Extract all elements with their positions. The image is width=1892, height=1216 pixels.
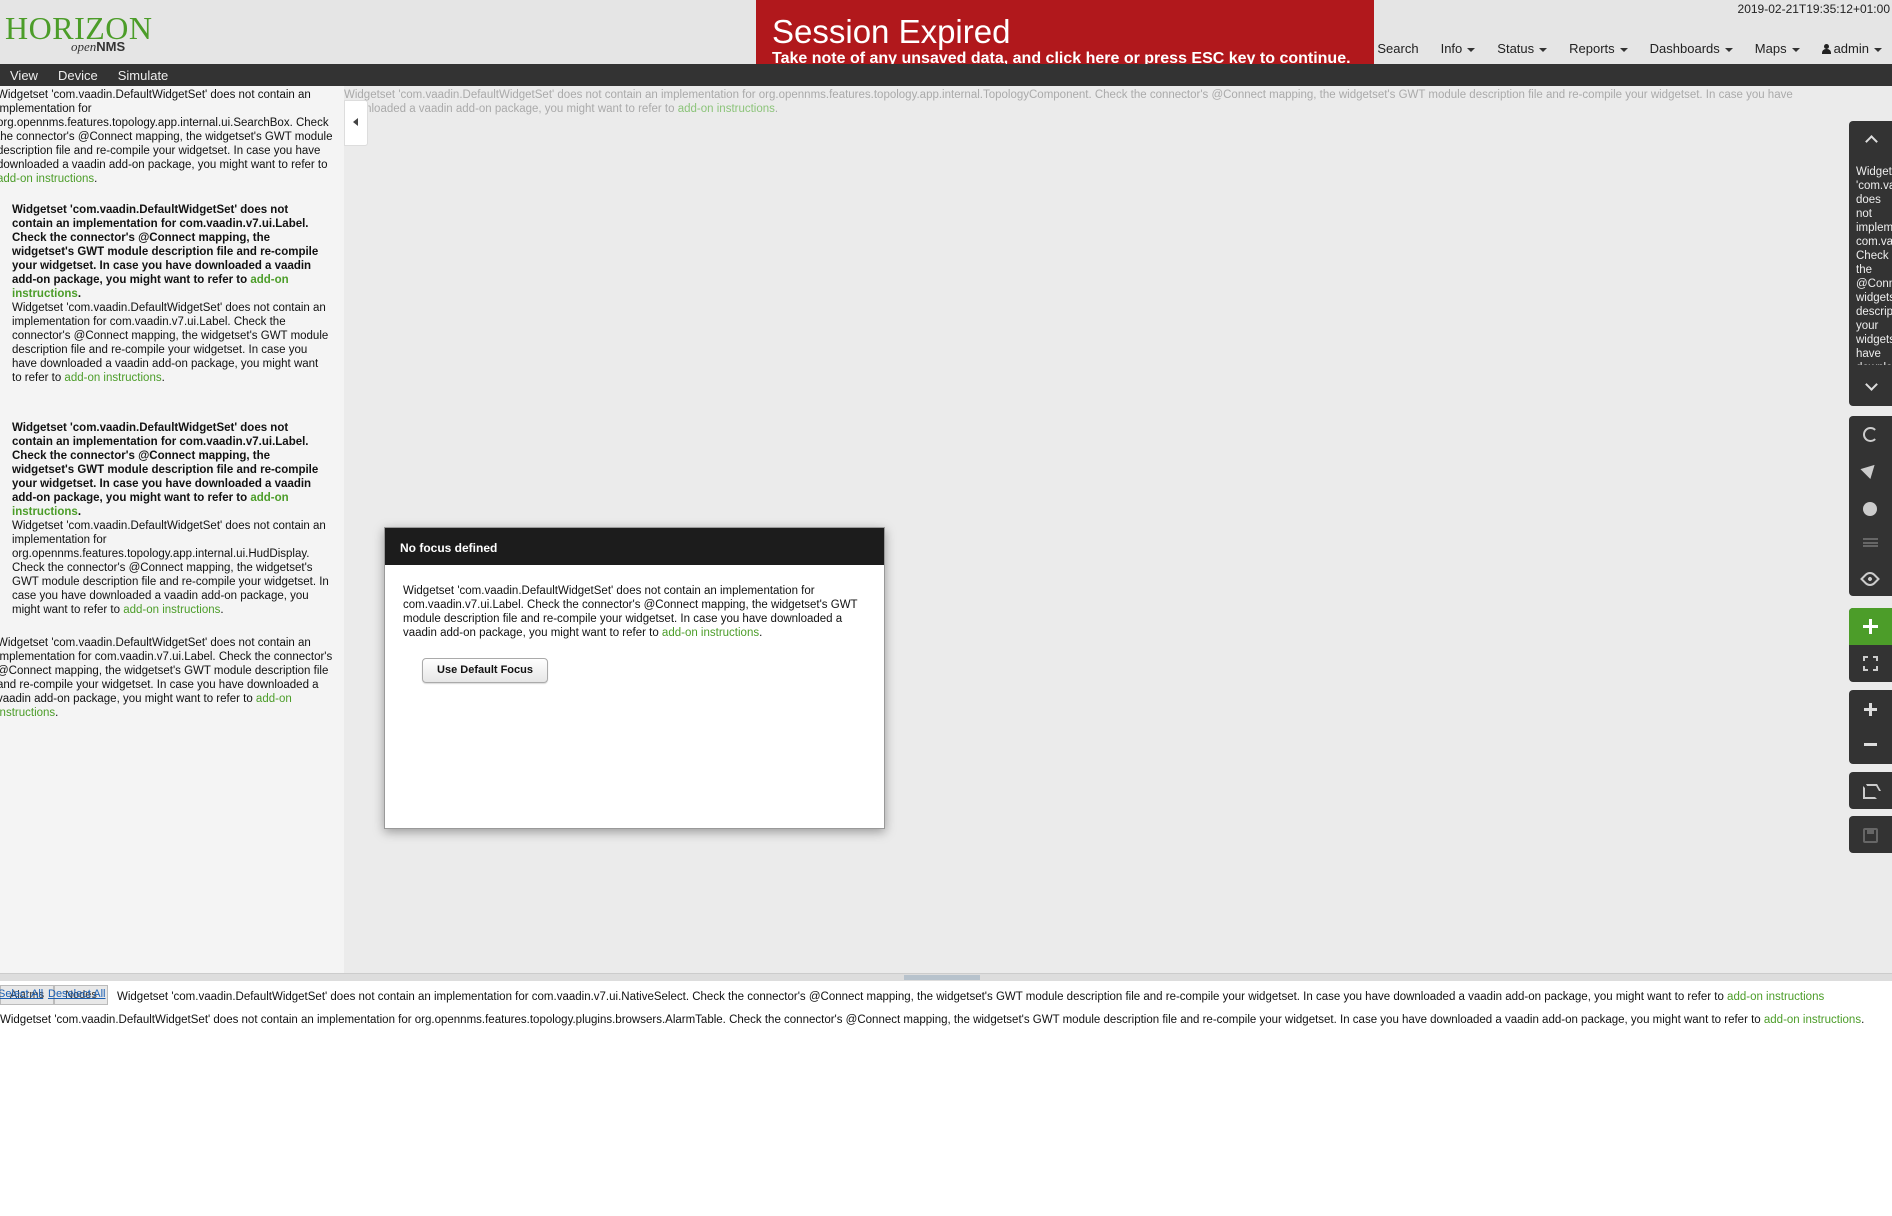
- save-icon: [1863, 828, 1878, 843]
- pan-tools-toolbar: [1849, 608, 1892, 682]
- add-on-instructions-link[interactable]: add-on instructions: [1727, 991, 1824, 1003]
- save-toolbar: [1849, 816, 1892, 853]
- label-error-bold: Widgetset 'com.vaadin.DefaultWidgetSet' …: [12, 204, 319, 300]
- share-button[interactable]: [1849, 772, 1892, 809]
- server-timestamp: 2019-02-21T19:35:12+01:00: [1737, 2, 1890, 16]
- visibility-button[interactable]: [1849, 559, 1892, 596]
- add-on-instructions-link[interactable]: add-on instructions: [678, 103, 775, 115]
- location-arrow-icon: [1860, 459, 1880, 480]
- nav-user-menu[interactable]: admin: [1821, 41, 1882, 56]
- pan-mode-button[interactable]: [1849, 608, 1892, 645]
- splitter-handle[interactable]: [904, 975, 980, 980]
- eye-icon: [1860, 569, 1880, 589]
- searchbox-error: Widgetset 'com.vaadin.DefaultWidgetSet' …: [0, 88, 342, 186]
- right-info-text: Widgetset 'com.vaadin. does not implemen…: [1856, 166, 1892, 365]
- view-tools-toolbar: [1849, 416, 1892, 596]
- top-navigation: Search Info Status Reports Dashboards Ma…: [1377, 41, 1882, 56]
- nav-dashboards[interactable]: Dashboards: [1650, 41, 1733, 56]
- share-toolbar: [1849, 772, 1892, 809]
- nav-reports[interactable]: Reports: [1569, 41, 1628, 56]
- locate-button[interactable]: [1849, 453, 1892, 490]
- session-expired-title: Session Expired: [772, 13, 1011, 50]
- zoom-out-button[interactable]: [1849, 727, 1892, 764]
- label-error-block-2: Widgetset 'com.vaadin.DefaultWidgetSet' …: [12, 421, 330, 617]
- user-icon: [1821, 44, 1831, 54]
- add-on-instructions-link[interactable]: add-on instructions: [1764, 1014, 1861, 1026]
- use-default-focus-button[interactable]: Use Default Focus: [422, 658, 548, 683]
- add-on-instructions-link[interactable]: add-on instructions: [123, 604, 220, 616]
- nav-search[interactable]: Search: [1377, 41, 1418, 56]
- menu-view[interactable]: View: [0, 64, 48, 86]
- layers-button[interactable]: [1849, 524, 1892, 561]
- caret-down-icon: [1791, 47, 1800, 52]
- plus-icon: [1863, 702, 1878, 717]
- dialog-body: Widgetset 'com.vaadin.DefaultWidgetSet' …: [403, 585, 858, 639]
- logo-sub-text: openNMS: [71, 39, 126, 54]
- nativeselect-error: Widgetset 'com.vaadin.DefaultWidgetSet' …: [117, 991, 1825, 1003]
- nav-info[interactable]: Info: [1441, 41, 1476, 56]
- menu-lines-icon: [1863, 538, 1878, 547]
- label-error-block-1: Widgetset 'com.vaadin.DefaultWidgetSet' …: [12, 203, 330, 385]
- bottom-browser-panel: Alarms Nodes Select All Deselect All Wid…: [0, 981, 1892, 1216]
- label-error-bold: Widgetset 'com.vaadin.DefaultWidgetSet' …: [12, 422, 319, 518]
- menu-device[interactable]: Device: [48, 64, 108, 86]
- zoom-in-button[interactable]: [1849, 690, 1892, 727]
- caret-down-icon: [1619, 47, 1628, 52]
- add-on-instructions-link[interactable]: add-on instructions: [0, 173, 94, 185]
- dialog-title: No focus defined: [385, 528, 884, 565]
- menu-simulate[interactable]: Simulate: [108, 64, 179, 86]
- save-button[interactable]: [1849, 816, 1892, 853]
- fit-view-button[interactable]: [1849, 645, 1892, 682]
- panel-splitter[interactable]: [0, 973, 1892, 981]
- alarmtable-error: Widgetset 'com.vaadin.DefaultWidgetSet' …: [0, 1014, 1865, 1026]
- zoom-toolbar: [1849, 690, 1892, 764]
- left-info-panel: Widgetset 'com.vaadin.DefaultWidgetSet' …: [0, 86, 344, 973]
- chevron-down-icon[interactable]: [1849, 369, 1892, 406]
- share-icon: [1863, 786, 1877, 799]
- horizon-opennms-logo[interactable]: HORIZON openNMS: [5, 10, 152, 56]
- add-on-instructions-link[interactable]: add-on instructions: [662, 627, 759, 639]
- caret-down-icon: [1467, 47, 1476, 52]
- globe-icon: [1863, 502, 1877, 516]
- expand-icon: [1863, 656, 1878, 671]
- chevron-up-icon[interactable]: [1849, 121, 1892, 158]
- nav-status[interactable]: Status: [1497, 41, 1548, 56]
- deselect-all-link[interactable]: Deselect All: [48, 985, 105, 1003]
- collapse-left-panel-button[interactable]: [344, 100, 368, 146]
- label-error-plain-2: Widgetset 'com.vaadin.DefaultWidgetSet' …: [0, 636, 344, 720]
- refresh-icon: [1863, 427, 1878, 442]
- globe-button[interactable]: [1849, 490, 1892, 527]
- topology-component-error: Widgetset 'com.vaadin.DefaultWidgetSet' …: [344, 89, 1793, 115]
- add-on-instructions-link[interactable]: add-on instructions: [64, 372, 161, 384]
- huddisplay-error: Widgetset 'com.vaadin.DefaultWidgetSet' …: [12, 520, 329, 616]
- minus-icon: [1863, 737, 1878, 752]
- move-arrows-icon: [1863, 619, 1878, 634]
- caret-down-icon: [1874, 47, 1882, 52]
- caret-down-icon: [1724, 47, 1733, 52]
- label-error-plain: Widgetset 'com.vaadin.DefaultWidgetSet' …: [12, 302, 329, 384]
- browser-tabbar: Alarms Nodes Select All Deselect All: [0, 985, 110, 1005]
- caret-down-icon: [1539, 47, 1548, 52]
- select-all-link[interactable]: Select All: [0, 985, 43, 1003]
- no-focus-dialog: No focus defined Widgetset 'com.vaadin.D…: [384, 527, 885, 829]
- nav-maps[interactable]: Maps: [1755, 41, 1800, 56]
- topology-menubar: View Device Simulate: [0, 64, 1892, 86]
- refresh-button[interactable]: [1849, 416, 1892, 453]
